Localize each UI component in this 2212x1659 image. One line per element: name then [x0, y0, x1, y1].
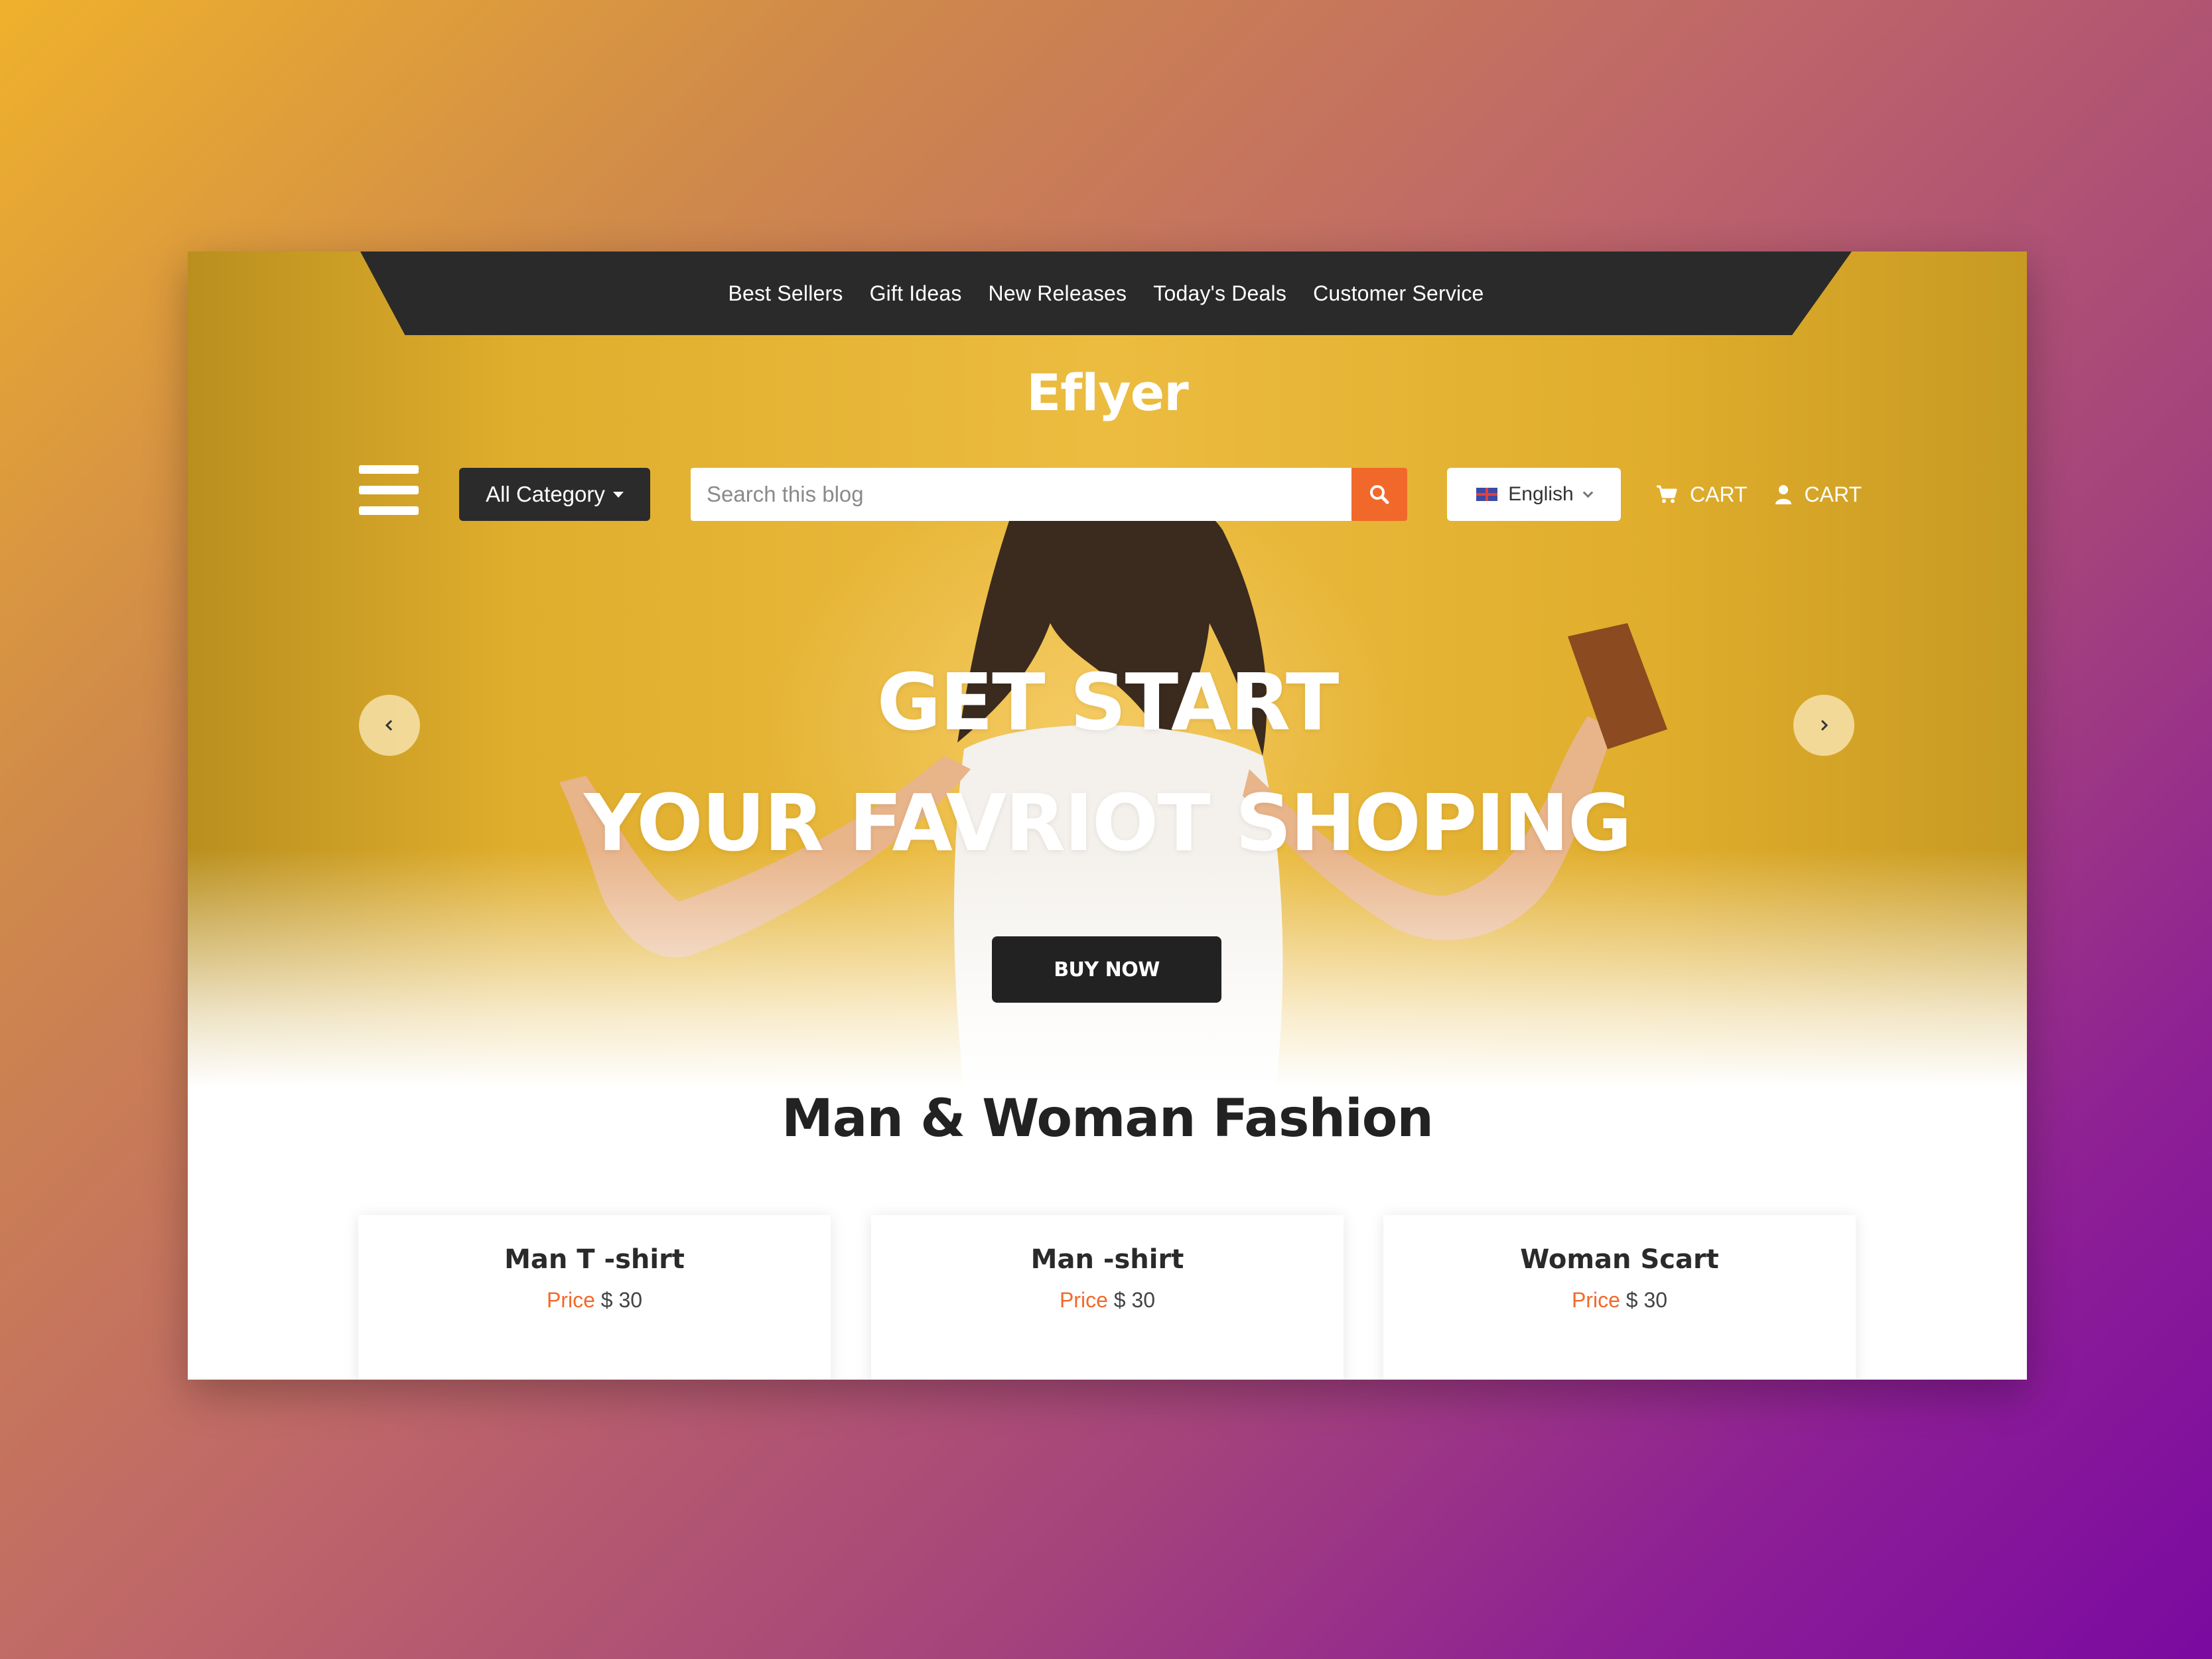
price-label: Price: [1571, 1288, 1620, 1312]
nav-link-todays-deals[interactable]: Today's Deals: [1153, 281, 1286, 306]
chevron-down-icon: [1582, 487, 1593, 498]
price-value: $ 30: [600, 1288, 643, 1312]
price-value: $ 30: [1625, 1288, 1668, 1312]
site-logo[interactable]: Eflyer: [188, 363, 2027, 422]
website-window: Best Sellers Gift Ideas New Releases Tod…: [188, 252, 2027, 1380]
menu-icon-bar: [359, 486, 419, 494]
hero-headline: GET START: [876, 656, 1340, 748]
search-icon: [1370, 485, 1389, 504]
nav-link-customer-service[interactable]: Customer Service: [1313, 281, 1484, 306]
search-button[interactable]: [1351, 468, 1407, 521]
language-label: English: [1508, 483, 1574, 505]
nav-link-best-sellers[interactable]: Best Sellers: [728, 281, 843, 306]
section-title: Man & Woman Fashion: [782, 1089, 1434, 1149]
price-label: Price: [546, 1288, 595, 1312]
category-dropdown-label: All Category: [486, 482, 605, 506]
hero-banner: Best Sellers Gift Ideas New Releases Tod…: [188, 252, 2027, 1088]
product-price: Price $ 30: [1383, 1288, 1856, 1313]
nav-link-new-releases[interactable]: New Releases: [989, 281, 1127, 306]
menu-icon-bar: [359, 465, 419, 474]
product-price: Price $ 30: [358, 1288, 831, 1313]
price-value: $ 30: [1113, 1288, 1156, 1312]
product-card[interactable]: Man -shirt Price $ 30: [871, 1215, 1344, 1380]
language-select[interactable]: English: [1447, 468, 1621, 521]
user-icon[interactable]: [1774, 484, 1793, 505]
product-card[interactable]: Man T -shirt Price $ 30: [358, 1215, 831, 1380]
cart-link-label[interactable]: CART: [1690, 482, 1748, 507]
category-dropdown-button[interactable]: All Category: [459, 468, 650, 521]
product-name: Woman Scart: [1520, 1244, 1719, 1275]
nav-link-gift-ideas[interactable]: Gift Ideas: [870, 281, 962, 306]
product-price: Price $ 30: [871, 1288, 1344, 1313]
product-name: Man T -shirt: [504, 1244, 685, 1275]
top-navigation-bar: Best Sellers Gift Ideas New Releases Tod…: [360, 252, 1852, 335]
buy-now-button[interactable]: BUY NOW: [992, 936, 1221, 1003]
flag-icon: [1476, 488, 1498, 501]
search-field: [691, 468, 1355, 521]
product-name: Man -shirt: [1030, 1244, 1184, 1275]
cart-area: CART CART: [1655, 468, 1862, 521]
product-card[interactable]: Woman Scart Price $ 30: [1383, 1215, 1856, 1380]
hero-subheadline: YOUR FAVRIOT SHOPING: [584, 777, 1632, 869]
caret-down-icon: [612, 491, 624, 498]
menu-icon-bar: [359, 506, 419, 515]
price-label: Price: [1059, 1288, 1108, 1312]
account-link-label[interactable]: CART: [1805, 482, 1862, 507]
cart-icon[interactable]: [1655, 484, 1678, 504]
menu-icon[interactable]: [359, 465, 419, 517]
search-input[interactable]: [707, 482, 1355, 507]
